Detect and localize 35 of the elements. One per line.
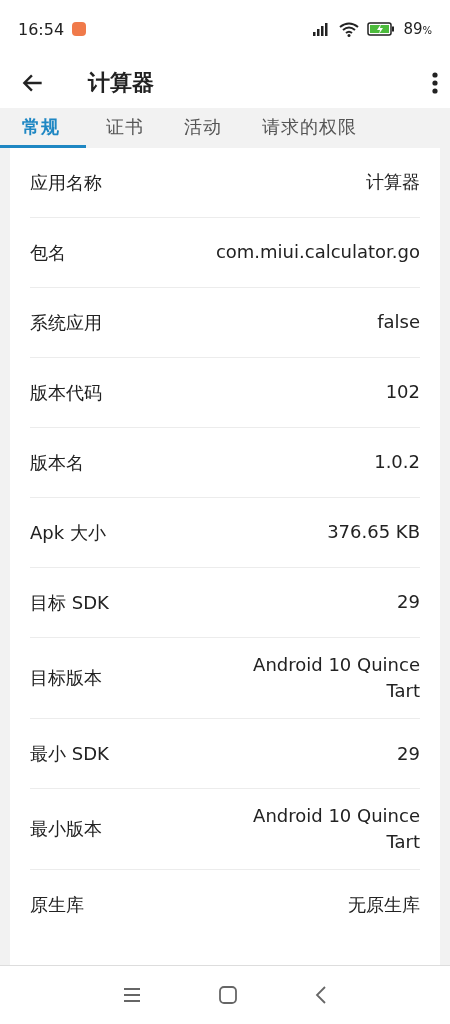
field-value: 计算器 xyxy=(366,170,420,195)
menu-icon[interactable] xyxy=(123,987,141,1003)
field-label: 目标版本 xyxy=(30,666,102,691)
field-value: 29 xyxy=(397,741,420,766)
tab[interactable]: 请求的权限 xyxy=(242,108,377,148)
field-value: com.miui.calculator.go xyxy=(215,240,420,265)
back-icon[interactable] xyxy=(315,986,327,1004)
field-value: Android 10 Quince Tart xyxy=(252,804,420,855)
field-label: 应用名称 xyxy=(30,170,102,195)
field-value: 无原生库 xyxy=(348,893,420,918)
field-label: 目标 SDK xyxy=(30,590,109,615)
field-label: 最小版本 xyxy=(30,817,102,842)
app-title: 计算器 xyxy=(88,69,155,97)
notification-icon xyxy=(72,22,87,36)
field-label: 包名 xyxy=(30,240,66,265)
field-value: 376.65 KB xyxy=(327,520,420,545)
tab[interactable]: 活动 xyxy=(164,108,242,148)
battery-percent: 89% xyxy=(403,20,432,38)
field-value: 1.0.2 xyxy=(374,450,420,475)
home-square-icon[interactable] xyxy=(219,986,237,1004)
status-time: 16:54 xyxy=(18,19,65,39)
tab[interactable]: 证书 xyxy=(86,108,164,148)
wifi-icon xyxy=(339,21,360,37)
battery-icon xyxy=(367,22,396,36)
field-value: 102 xyxy=(385,380,420,405)
field-value: Android 10 Quince Tart xyxy=(252,653,420,704)
field-label: 系统应用 xyxy=(30,310,102,335)
field-label: 最小 SDK xyxy=(30,741,109,766)
field-label: Apk 大小 xyxy=(30,520,106,545)
field-label: 原生库 xyxy=(30,893,84,918)
field-label: 版本代码 xyxy=(30,380,102,405)
field-value: 29 xyxy=(397,590,420,615)
field-label: 版本名 xyxy=(30,450,84,475)
more-options-icon[interactable] xyxy=(432,72,438,94)
field-value: false xyxy=(377,310,420,335)
